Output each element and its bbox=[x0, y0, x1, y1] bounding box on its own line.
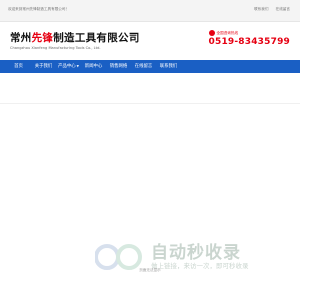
nav-item-products[interactable]: 产品中心▼ bbox=[56, 60, 81, 73]
top-links: 联系我们 在线留言 bbox=[248, 7, 290, 12]
hotline: 全国咨询热线 0519-83435799 bbox=[208, 30, 290, 47]
welcome-text: 欢迎来到常州先锋制造工具有限公司！ bbox=[8, 7, 70, 11]
hotline-number: 0519-83435799 bbox=[208, 37, 290, 47]
nav-item-news[interactable]: 新闻中心 bbox=[81, 60, 106, 73]
nav-item-message[interactable]: 在线留言 bbox=[131, 60, 156, 73]
company-name-en: Changzhou Xianfeng Manufacturing Tools C… bbox=[10, 46, 101, 50]
nav-item-about[interactable]: 关于我们 bbox=[31, 60, 56, 73]
hotline-label: 全国咨询热线 bbox=[208, 30, 290, 36]
top-bar: 欢迎来到常州先锋制造工具有限公司！ 联系我们 在线留言 bbox=[0, 0, 300, 22]
company-logo[interactable]: 常州先锋制造工具有限公司 Changzhou Xianfeng Manufact… bbox=[10, 30, 140, 50]
phone-icon bbox=[208, 30, 215, 36]
nav-item-home[interactable]: 首页 bbox=[6, 60, 31, 73]
banner bbox=[0, 73, 300, 103]
top-link-contact[interactable]: 联系我们 bbox=[254, 7, 268, 11]
top-link-message[interactable]: 在线留言 bbox=[276, 7, 290, 11]
header: 常州先锋制造工具有限公司 Changzhou Xianfeng Manufact… bbox=[0, 22, 300, 60]
not-found-message: 页面无法显示 bbox=[139, 268, 161, 272]
main-nav: 首页 关于我们 产品中心▼ 新闻中心 销售网络 在线留言 联系我们 bbox=[0, 60, 300, 73]
divider bbox=[0, 103, 300, 104]
chevron-down-icon: ▼ bbox=[76, 64, 79, 68]
company-name: 常州先锋制造工具有限公司 bbox=[10, 32, 140, 44]
nav-item-sales-network[interactable]: 销售网络 bbox=[106, 60, 131, 73]
nav-item-contact[interactable]: 联系我们 bbox=[156, 60, 181, 73]
